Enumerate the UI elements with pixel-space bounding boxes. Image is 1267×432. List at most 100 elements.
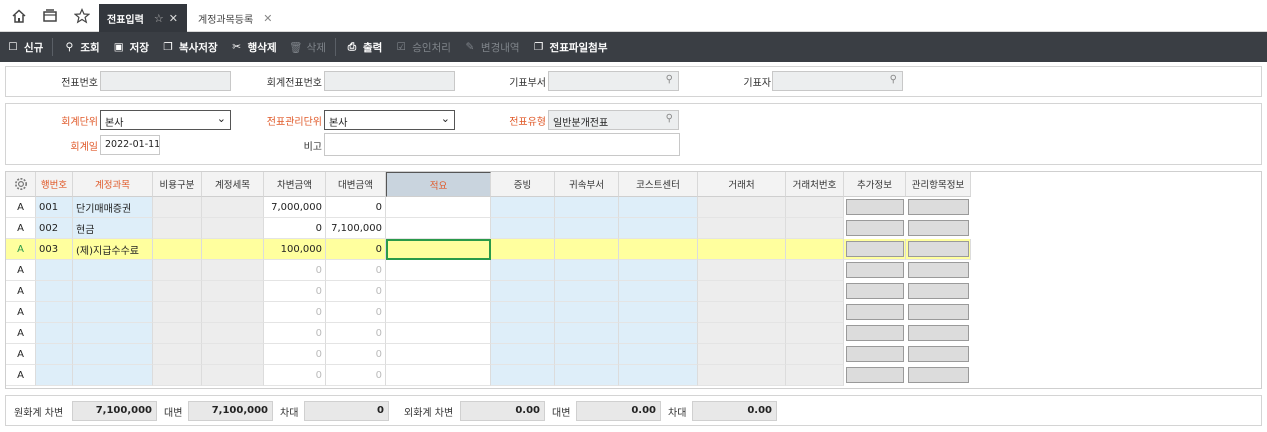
grid-cell-evidence-col[interactable] [491,323,555,344]
grid-cell-summary-col[interactable] [386,302,491,323]
mgmt-info-button[interactable] [908,367,969,383]
mgmt-info-button[interactable] [908,346,969,362]
grid-cell-cost-type-col[interactable] [153,365,202,386]
copy-save-button[interactable]: ❐ 복사저장 [155,32,224,62]
grid-cell-account-detail-col[interactable] [202,302,264,323]
grid-cell-credit-col[interactable]: 0 [326,239,386,260]
grid-cell-dept-col[interactable] [555,260,619,281]
grid-cell-evidence-col[interactable] [491,260,555,281]
grid-cell-cost-type-col[interactable] [153,218,202,239]
column-header-no-col[interactable]: 행번호 [36,172,73,197]
search-icon[interactable]: ⚲ [890,74,897,85]
grid-cell-summary-col[interactable] [386,260,491,281]
grid-cell-credit-col[interactable]: 0 [326,260,386,281]
issuer-field[interactable]: ⚲ [772,71,903,91]
grid-cell-evidence-col[interactable] [491,344,555,365]
grid-cell-no-col[interactable] [36,365,73,386]
grid-cell-cost-center-col[interactable] [619,365,698,386]
column-header-account-detail-col[interactable]: 계정세목 [202,172,264,197]
grid-cell-debit-col[interactable]: 0 [264,302,326,323]
grid-cell-account-detail-col[interactable] [202,323,264,344]
grid-cell-partner-no-col[interactable] [786,323,844,344]
grid-cell-debit-col[interactable]: 7,000,000 [264,197,326,218]
home-icon[interactable] [9,6,29,26]
issue-dept-field[interactable]: ⚲ [548,71,679,91]
grid-settings-icon[interactable] [6,172,36,197]
column-header-dept-col[interactable]: 귀속부서 [555,172,619,197]
grid-cell-evidence-col[interactable] [491,281,555,302]
mgmt-info-button[interactable] [908,283,969,299]
remark-input[interactable] [324,133,680,156]
tab-close-icon[interactable]: ✕ [169,12,178,25]
grid-cell-partner-no-col[interactable] [786,344,844,365]
grid-cell-debit-col[interactable]: 0 [264,323,326,344]
grid-cell-cost-center-col[interactable] [619,218,698,239]
column-header-credit-col[interactable]: 대변금액 [326,172,386,197]
grid-cell-account-col[interactable] [73,365,153,386]
grid-cell-summary-col[interactable] [386,197,491,218]
grid-cell-evidence-col[interactable] [491,218,555,239]
column-header-summary-col[interactable]: 적요 [386,172,491,197]
mgmt-info-button[interactable] [908,262,969,278]
grid-cell-partner-no-col[interactable] [786,197,844,218]
mgmt-info-button[interactable] [908,241,969,257]
extra-info-button[interactable] [846,199,904,215]
tab-close-icon[interactable]: ✕ [263,12,272,25]
grid-cell-partner-col[interactable] [698,365,786,386]
grid-cell-summary-col[interactable] [386,218,491,239]
grid-cell-partner-no-col[interactable] [786,281,844,302]
grid-cell-partner-no-col[interactable] [786,365,844,386]
grid-cell-account-detail-col[interactable] [202,239,264,260]
grid-cell-dept-col[interactable] [555,218,619,239]
grid-cell-account-col[interactable] [73,281,153,302]
grid-cell-no-col[interactable] [36,302,73,323]
grid-cell-summary-col[interactable] [386,344,491,365]
grid-cell-no-col[interactable]: 001 [36,197,73,218]
grid-cell-no-col[interactable] [36,260,73,281]
grid-cell-dept-col[interactable] [555,323,619,344]
column-header-extra-info-col[interactable]: 추가정보 [844,172,906,197]
grid-cell-dept-col[interactable] [555,302,619,323]
grid-cell-summary-col[interactable] [386,239,491,260]
tab-voucher-entry[interactable]: 전표입력 ☆ ✕ [99,4,187,32]
grid-cell-account-col[interactable] [73,323,153,344]
grid-cell-summary-col[interactable] [386,323,491,344]
column-header-cost-type-col[interactable]: 비용구분 [153,172,202,197]
grid-cell-cost-type-col[interactable] [153,344,202,365]
grid-cell-dept-col[interactable] [555,344,619,365]
grid-cell-evidence-col[interactable] [491,239,555,260]
approve-button[interactable]: ☑ 승인처리 [388,32,457,62]
grid-cell-partner-no-col[interactable] [786,260,844,281]
grid-cell-credit-col[interactable]: 0 [326,281,386,302]
extra-info-button[interactable] [846,367,904,383]
column-header-evidence-col[interactable]: 증빙 [491,172,555,197]
tab-account-registration[interactable]: 계정과목등록 ✕ [190,4,272,32]
grid-cell-evidence-col[interactable] [491,365,555,386]
grid-cell-partner-col[interactable] [698,260,786,281]
grid-cell-credit-col[interactable]: 0 [326,344,386,365]
grid-cell-cost-center-col[interactable] [619,239,698,260]
grid-cell-credit-col[interactable]: 0 [326,365,386,386]
grid-cell-cost-center-col[interactable] [619,323,698,344]
grid-cell-debit-col[interactable]: 0 [264,281,326,302]
grid-cell-cost-type-col[interactable] [153,302,202,323]
grid-cell-cost-type-col[interactable] [153,239,202,260]
acct-date-input[interactable]: 2022-01-11 [100,135,160,155]
grid-cell-no-col[interactable]: 002 [36,218,73,239]
grid-cell-cost-center-col[interactable] [619,302,698,323]
search-button[interactable]: ⚲ 조회 [56,32,105,62]
column-header-partner-col[interactable]: 거래처 [698,172,786,197]
grid-cell-cost-center-col[interactable] [619,260,698,281]
grid-cell-account-detail-col[interactable] [202,344,264,365]
grid-cell-debit-col[interactable]: 0 [264,344,326,365]
attach-file-button[interactable]: ❐ 전표파일첨부 [526,32,614,62]
grid-cell-account-detail-col[interactable] [202,365,264,386]
grid-cell-summary-col[interactable] [386,365,491,386]
grid-cell-no-col[interactable] [36,323,73,344]
column-header-partner-no-col[interactable]: 거래처번호 [786,172,844,197]
mgmt-info-button[interactable] [908,220,969,236]
column-header-mgmt-info-col[interactable]: 관리항목정보 [906,172,971,197]
grid-cell-debit-col[interactable]: 0 [264,218,326,239]
grid-cell-credit-col[interactable]: 0 [326,197,386,218]
extra-info-button[interactable] [846,304,904,320]
